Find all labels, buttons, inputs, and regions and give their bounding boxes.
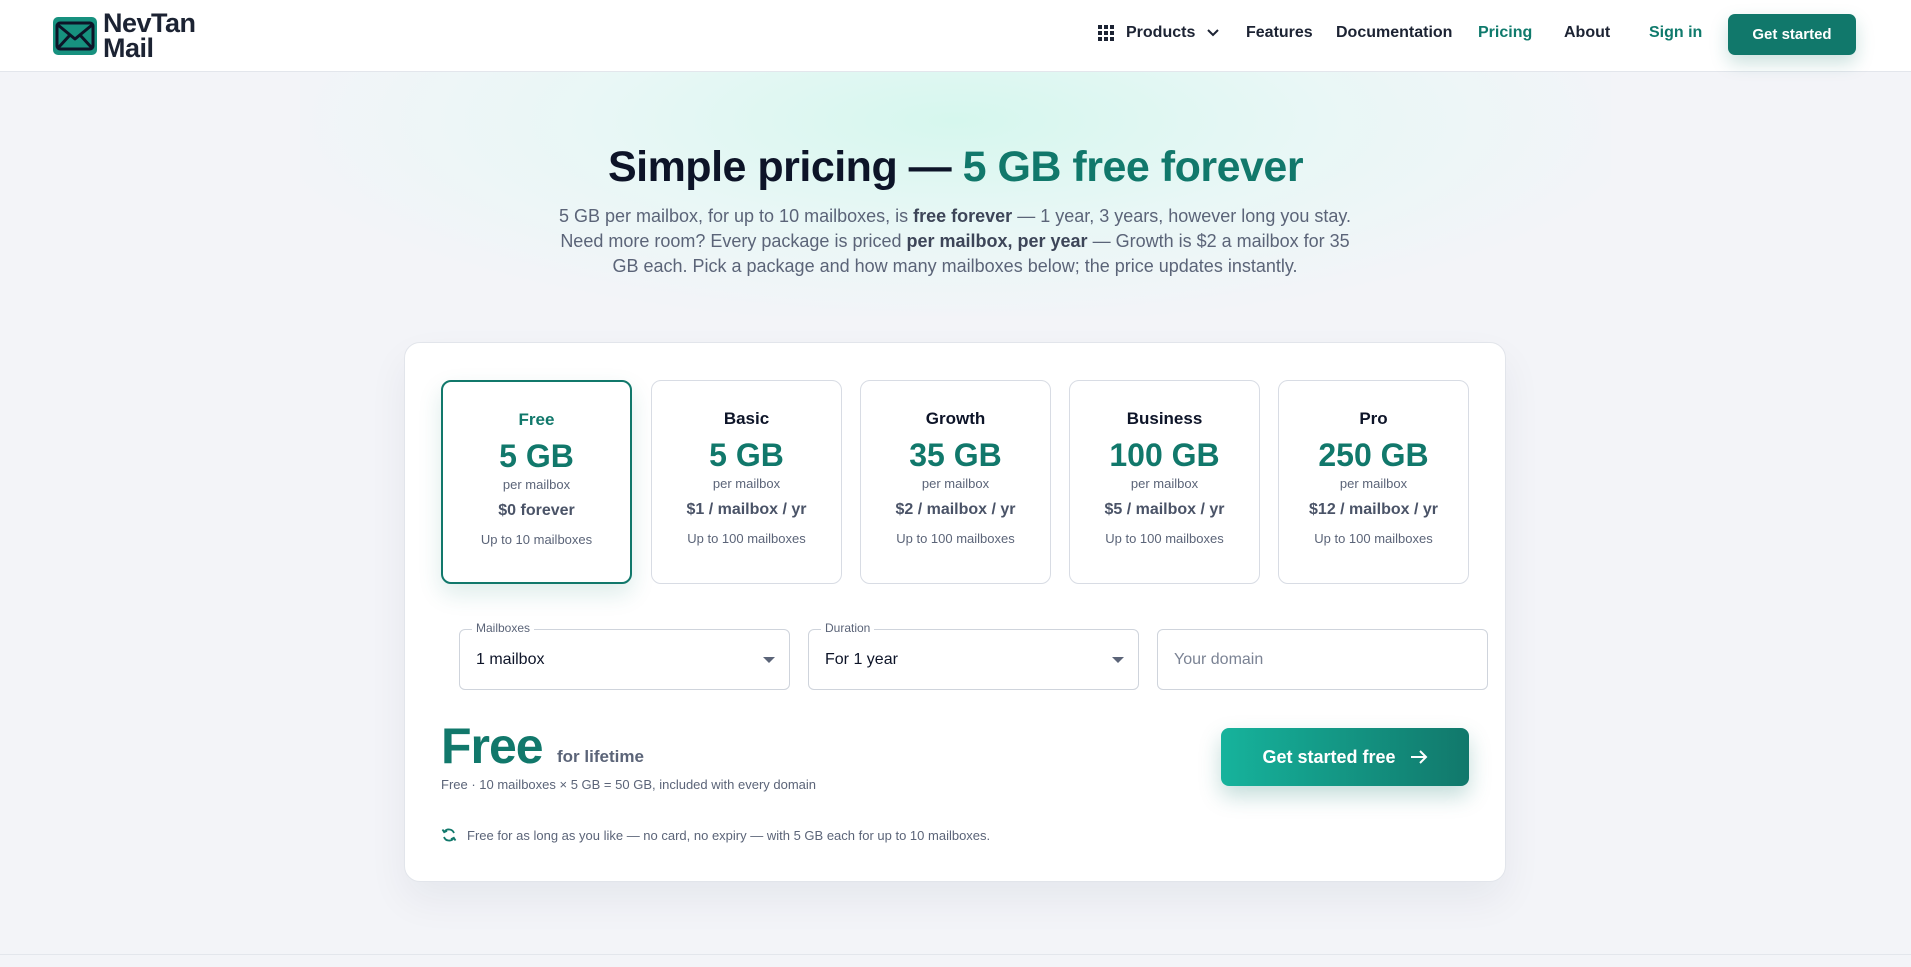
grid-icon	[1098, 25, 1114, 41]
nav-about[interactable]: About	[1564, 24, 1610, 42]
duration-label: Duration	[821, 621, 875, 635]
sync-icon	[441, 827, 457, 843]
nav-products-label: Products	[1126, 24, 1196, 41]
hero-background	[300, 72, 1611, 316]
plan-limit: Up to 100 mailboxes	[1105, 531, 1224, 546]
plan-name: Business	[1126, 409, 1203, 428]
plan-price: $1 / mailbox / yr	[686, 501, 807, 518]
get-started-free-button[interactable]: Get started free	[1221, 728, 1469, 786]
dropdown-caret-icon	[763, 657, 775, 663]
plan-size: 5 GB	[499, 438, 574, 474]
domain-input[interactable]	[1158, 630, 1487, 689]
brand-name: NevTan Mail	[103, 10, 196, 63]
nav-products[interactable]: Products	[1098, 24, 1220, 42]
page-title-main: Simple pricing —	[607, 143, 952, 191]
mailboxes-select[interactable]: Mailboxes 1 mailbox	[459, 621, 790, 690]
subtitle-part-1: 5 GB per mailbox, for up to 10 mailboxes…	[558, 206, 914, 226]
plan-price: $2 / mailbox / yr	[895, 501, 1016, 518]
mailboxes-label: Mailboxes	[472, 621, 535, 635]
pricing-card: Free 5 GB per mailbox $0 forever Up to 1…	[404, 342, 1506, 882]
price-breakdown: Free · 10 mailboxes × 5 GB = 50 GB, incl…	[441, 777, 817, 792]
nav-pricing[interactable]: Pricing	[1478, 24, 1532, 42]
plan-per: per mailbox	[502, 477, 571, 492]
envelope-icon	[53, 17, 97, 55]
plan-card-basic[interactable]: Basic 5 GB per mailbox $1 / mailbox / yr…	[651, 380, 842, 584]
footer-divider	[0, 954, 1911, 955]
subtitle-bold-1: free forever	[913, 206, 1013, 226]
get-started-button[interactable]: Get started	[1728, 14, 1856, 55]
subtitle-bold-2: per mailbox, per year	[906, 231, 1088, 251]
nav-features[interactable]: Features	[1246, 24, 1313, 42]
plan-size: 250 GB	[1318, 437, 1429, 473]
plan-per: per mailbox	[1130, 476, 1199, 491]
plan-card-pro[interactable]: Pro 250 GB per mailbox $12 / mailbox / y…	[1278, 380, 1469, 584]
page-title-accent: 5 GB free forever	[962, 143, 1304, 191]
price-total: Free	[441, 718, 544, 774]
brand-name-line2: Mail	[103, 33, 154, 63]
dropdown-caret-icon	[1112, 657, 1124, 663]
duration-select[interactable]: Duration For 1 year	[808, 621, 1139, 690]
plan-per: per mailbox	[712, 476, 781, 491]
plan-limit: Up to 100 mailboxes	[1314, 531, 1433, 546]
plan-card-free[interactable]: Free 5 GB per mailbox $0 forever Up to 1…	[441, 380, 632, 584]
plan-limit: Up to 10 mailboxes	[480, 532, 593, 547]
plan-name: Pro	[1359, 409, 1388, 428]
plan-limit: Up to 100 mailboxes	[896, 531, 1015, 546]
domain-field[interactable]	[1157, 629, 1488, 690]
site-header: NevTan Mail Products Features Documentat…	[0, 0, 1911, 72]
duration-value: For 1 year	[825, 651, 898, 668]
free-note: Free for as long as you like — no card, …	[441, 827, 990, 843]
sign-in-link[interactable]: Sign in	[1649, 24, 1702, 42]
chevron-down-icon	[1207, 24, 1220, 42]
plan-name: Free	[518, 410, 555, 429]
get-started-free-label: Get started free	[1262, 746, 1396, 767]
plan-size: 35 GB	[909, 437, 1002, 473]
plan-name: Growth	[925, 409, 986, 428]
mailboxes-value: 1 mailbox	[476, 651, 545, 668]
plan-size: 100 GB	[1109, 437, 1220, 473]
plan-per: per mailbox	[1339, 476, 1408, 491]
arrow-right-icon	[1410, 749, 1428, 765]
plan-price: $12 / mailbox / yr	[1309, 501, 1438, 518]
plan-size: 5 GB	[709, 437, 784, 473]
plan-limit: Up to 100 mailboxes	[687, 531, 806, 546]
free-note-text: Free for as long as you like — no card, …	[467, 827, 991, 843]
brand-logo[interactable]: NevTan Mail	[53, 10, 196, 63]
plan-name: Basic	[723, 409, 770, 428]
page-title: Simple pricing — 5 GB free forever	[0, 143, 1911, 192]
plan-price: $5 / mailbox / yr	[1104, 501, 1225, 518]
plan-card-business[interactable]: Business 100 GB per mailbox $5 / mailbox…	[1069, 380, 1260, 584]
page-subtitle: 5 GB per mailbox, for up to 10 mailboxes…	[545, 204, 1365, 279]
nav-documentation[interactable]: Documentation	[1336, 24, 1452, 42]
price-suffix: for lifetime	[557, 747, 644, 766]
plan-price: $0 forever	[498, 502, 575, 519]
plan-card-growth[interactable]: Growth 35 GB per mailbox $2 / mailbox / …	[860, 380, 1051, 584]
plan-per: per mailbox	[921, 476, 990, 491]
